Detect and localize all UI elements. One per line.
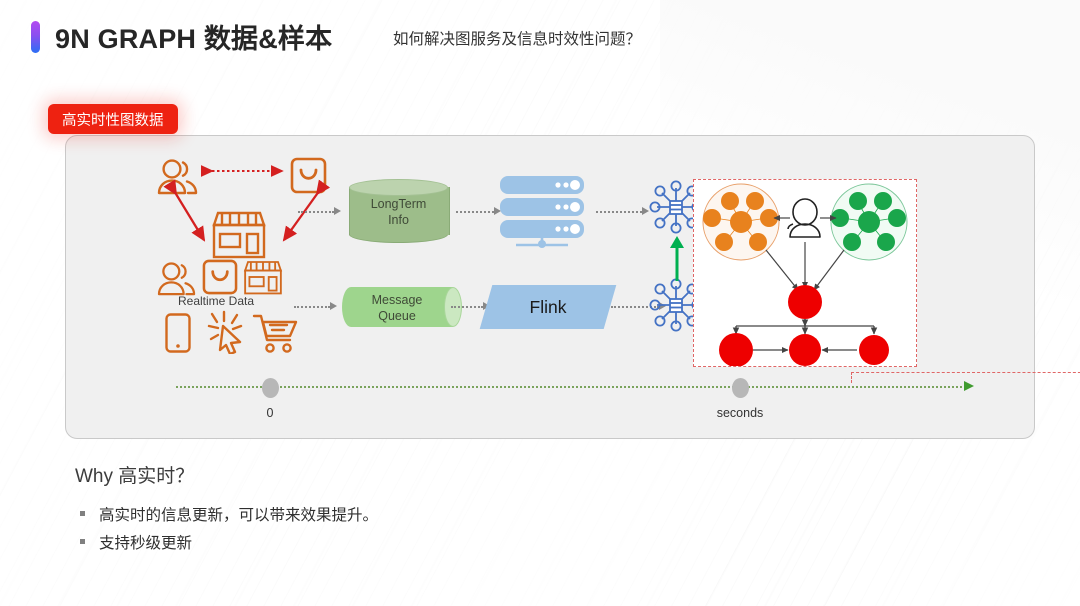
store-icon-realtime xyxy=(243,258,283,296)
page-subtitle: 如何解决图服务及信息时效性问题？ xyxy=(393,31,642,48)
server-stack-icon xyxy=(496,174,588,248)
users-icon-realtime xyxy=(156,261,198,297)
realtime-data-label: Realtime Data xyxy=(177,294,255,308)
message-queue-label: Message Queue xyxy=(371,293,423,324)
why-heading: Why 高实时？ xyxy=(75,466,195,487)
timeline: 0 seconds xyxy=(176,372,1080,420)
timeline-marker-seconds xyxy=(732,378,749,398)
mobile-icon xyxy=(164,312,192,354)
section-badge: 高实时性图数据 xyxy=(48,104,178,134)
bullet-text: 高实时的信息更新，可以带来效果提升。 xyxy=(99,507,379,524)
shopping-cart-icon xyxy=(252,312,298,354)
timeline-label-seconds: seconds xyxy=(716,406,764,420)
click-cursor-icon xyxy=(206,310,250,354)
bullet-square-icon xyxy=(80,511,85,516)
timeline-arrow-icon xyxy=(964,381,974,391)
connector-realtime-to-queue xyxy=(294,302,340,311)
bullet-text: 支持秒级更新 xyxy=(99,535,193,552)
longterm-info-store: LongTerm Info xyxy=(349,179,450,243)
section-badge-label: 高实时性图数据 xyxy=(62,112,164,129)
knowledge-graph-thumbnail xyxy=(693,179,917,367)
diagram-panel: LongTerm Info Realtime Data Message Queu… xyxy=(65,135,1080,439)
message-queue-shape: Message Queue xyxy=(342,287,462,327)
flink-processor: Flink xyxy=(479,285,617,329)
shopping-bag-icon-realtime xyxy=(202,259,238,295)
why-bullet-list: 高实时的信息更新，可以带来效果提升。 支持秒级更新 xyxy=(80,503,378,559)
title-accent-bar xyxy=(31,21,40,53)
flink-label: Flink xyxy=(529,296,567,317)
timeline-marker-start xyxy=(262,378,279,398)
connector-servers-to-graph xyxy=(596,207,652,216)
list-item: 高实时的信息更新，可以带来效果提升。 xyxy=(80,503,378,525)
timeline-label-start: 0 xyxy=(266,406,274,420)
cylinder-top xyxy=(349,179,448,196)
connector-sources-to-longterm xyxy=(298,207,344,216)
longterm-info-label: LongTerm Info xyxy=(370,197,427,227)
realtime-uplink-arrow xyxy=(670,236,684,281)
list-item: 支持秒级更新 xyxy=(80,531,378,553)
timeline-line xyxy=(176,386,966,388)
slide-header: 9N GRAPH 数据&样本 如何解决图服务及信息时效性问题？ xyxy=(0,0,1080,72)
page-title: 9N GRAPH 数据&样本 xyxy=(55,24,333,54)
bullet-square-icon xyxy=(80,539,85,544)
